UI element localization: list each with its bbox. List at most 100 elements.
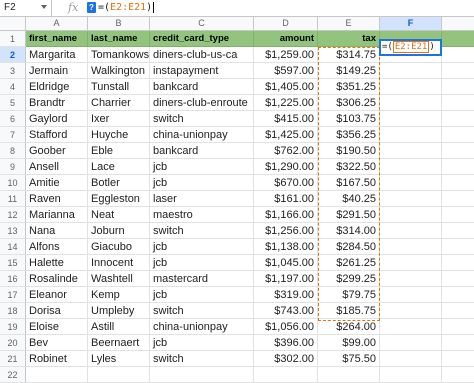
table-cell[interactable]: $597.00: [254, 63, 318, 79]
table-cell[interactable]: jcb: [150, 335, 254, 351]
row-header[interactable]: 9: [0, 159, 26, 175]
table-cell[interactable]: china-unionpay: [150, 127, 254, 143]
table-cell[interactable]: Joburn: [88, 223, 150, 239]
row-header[interactable]: 7: [0, 127, 26, 143]
table-cell[interactable]: Tunstall: [88, 79, 150, 95]
table-cell[interactable]: Walkington: [88, 63, 150, 79]
empty-cell[interactable]: [442, 47, 474, 63]
table-cell[interactable]: Eloise: [26, 319, 88, 335]
table-cell[interactable]: Tomankowski: [88, 47, 150, 63]
empty-cell[interactable]: [442, 287, 474, 303]
table-cell[interactable]: Alfons: [26, 239, 88, 255]
table-cell[interactable]: $322.50: [318, 159, 380, 175]
table-cell[interactable]: $1,290.00: [254, 159, 318, 175]
column-title-cell[interactable]: last_name: [88, 31, 150, 47]
row-header[interactable]: 4: [0, 79, 26, 95]
empty-cell[interactable]: [442, 223, 474, 239]
column-header-b[interactable]: B: [88, 17, 150, 30]
empty-cell[interactable]: [442, 319, 474, 335]
row-header[interactable]: 3: [0, 63, 26, 79]
row-header[interactable]: 2: [0, 47, 26, 63]
table-cell[interactable]: $1,045.00: [254, 255, 318, 271]
row-header[interactable]: 18: [0, 303, 26, 319]
table-cell[interactable]: $291.50: [318, 207, 380, 223]
table-cell[interactable]: $284.50: [318, 239, 380, 255]
empty-cell[interactable]: [88, 367, 150, 383]
empty-cell[interactable]: [442, 255, 474, 271]
empty-cell[interactable]: [380, 239, 442, 255]
empty-cell[interactable]: [442, 31, 474, 47]
table-cell[interactable]: $299.25: [318, 271, 380, 287]
table-cell[interactable]: bankcard: [150, 79, 254, 95]
table-cell[interactable]: $396.00: [254, 335, 318, 351]
empty-cell[interactable]: [380, 127, 442, 143]
empty-cell[interactable]: [380, 111, 442, 127]
empty-cell[interactable]: [380, 143, 442, 159]
empty-cell[interactable]: [442, 191, 474, 207]
row-header[interactable]: 13: [0, 223, 26, 239]
empty-cell[interactable]: [380, 351, 442, 367]
row-header[interactable]: 17: [0, 287, 26, 303]
empty-cell[interactable]: [442, 159, 474, 175]
table-cell[interactable]: $79.75: [318, 287, 380, 303]
empty-cell[interactable]: [380, 191, 442, 207]
table-cell[interactable]: $1,197.00: [254, 271, 318, 287]
table-cell[interactable]: jcb: [150, 159, 254, 175]
table-cell[interactable]: jcb: [150, 239, 254, 255]
table-cell[interactable]: Eble: [88, 143, 150, 159]
table-cell[interactable]: $167.50: [318, 175, 380, 191]
table-cell[interactable]: $314.00: [318, 223, 380, 239]
empty-cell[interactable]: [442, 271, 474, 287]
table-cell[interactable]: $103.75: [318, 111, 380, 127]
empty-cell[interactable]: [442, 303, 474, 319]
table-cell[interactable]: Nana: [26, 223, 88, 239]
empty-cell[interactable]: [380, 319, 442, 335]
name-box[interactable]: F2: [0, 0, 52, 16]
table-cell[interactable]: Innocent: [88, 255, 150, 271]
table-cell[interactable]: $99.00: [318, 335, 380, 351]
row-header[interactable]: 22: [0, 367, 26, 383]
row-header[interactable]: 11: [0, 191, 26, 207]
empty-cell[interactable]: [380, 271, 442, 287]
table-cell[interactable]: $40.25: [318, 191, 380, 207]
table-cell[interactable]: $1,425.00: [254, 127, 318, 143]
row-header[interactable]: 12: [0, 207, 26, 223]
empty-cell[interactable]: [442, 63, 474, 79]
table-cell[interactable]: $1,138.00: [254, 239, 318, 255]
row-header[interactable]: 14: [0, 239, 26, 255]
column-header-g[interactable]: [442, 17, 474, 30]
chevron-down-icon[interactable]: [41, 5, 47, 9]
select-all-corner[interactable]: [0, 17, 26, 30]
row-header[interactable]: 15: [0, 255, 26, 271]
empty-cell[interactable]: [380, 207, 442, 223]
table-cell[interactable]: $185.75: [318, 303, 380, 319]
empty-cell[interactable]: [380, 287, 442, 303]
column-header-c[interactable]: C: [150, 17, 254, 30]
table-cell[interactable]: Botler: [88, 175, 150, 191]
column-header-a[interactable]: A: [26, 17, 88, 30]
empty-cell[interactable]: [380, 367, 442, 383]
empty-cell[interactable]: [380, 335, 442, 351]
table-cell[interactable]: diners-club-enroute: [150, 95, 254, 111]
empty-cell[interactable]: [442, 95, 474, 111]
row-header[interactable]: 6: [0, 111, 26, 127]
table-cell[interactable]: $415.00: [254, 111, 318, 127]
empty-cell[interactable]: [380, 175, 442, 191]
table-cell[interactable]: Margarita: [26, 47, 88, 63]
table-cell[interactable]: Gaylord: [26, 111, 88, 127]
table-cell[interactable]: Goober: [26, 143, 88, 159]
table-cell[interactable]: switch: [150, 111, 254, 127]
row-header[interactable]: 8: [0, 143, 26, 159]
table-cell[interactable]: Brandtr: [26, 95, 88, 111]
table-cell[interactable]: $1,405.00: [254, 79, 318, 95]
table-cell[interactable]: Washtell: [88, 271, 150, 287]
table-cell[interactable]: $306.25: [318, 95, 380, 111]
table-cell[interactable]: $149.25: [318, 63, 380, 79]
table-cell[interactable]: laser: [150, 191, 254, 207]
table-cell[interactable]: Eggleston: [88, 191, 150, 207]
table-cell[interactable]: $190.50: [318, 143, 380, 159]
table-cell[interactable]: Ixer: [88, 111, 150, 127]
table-cell[interactable]: Robinet: [26, 351, 88, 367]
table-cell[interactable]: Jermain: [26, 63, 88, 79]
table-cell[interactable]: Ansell: [26, 159, 88, 175]
